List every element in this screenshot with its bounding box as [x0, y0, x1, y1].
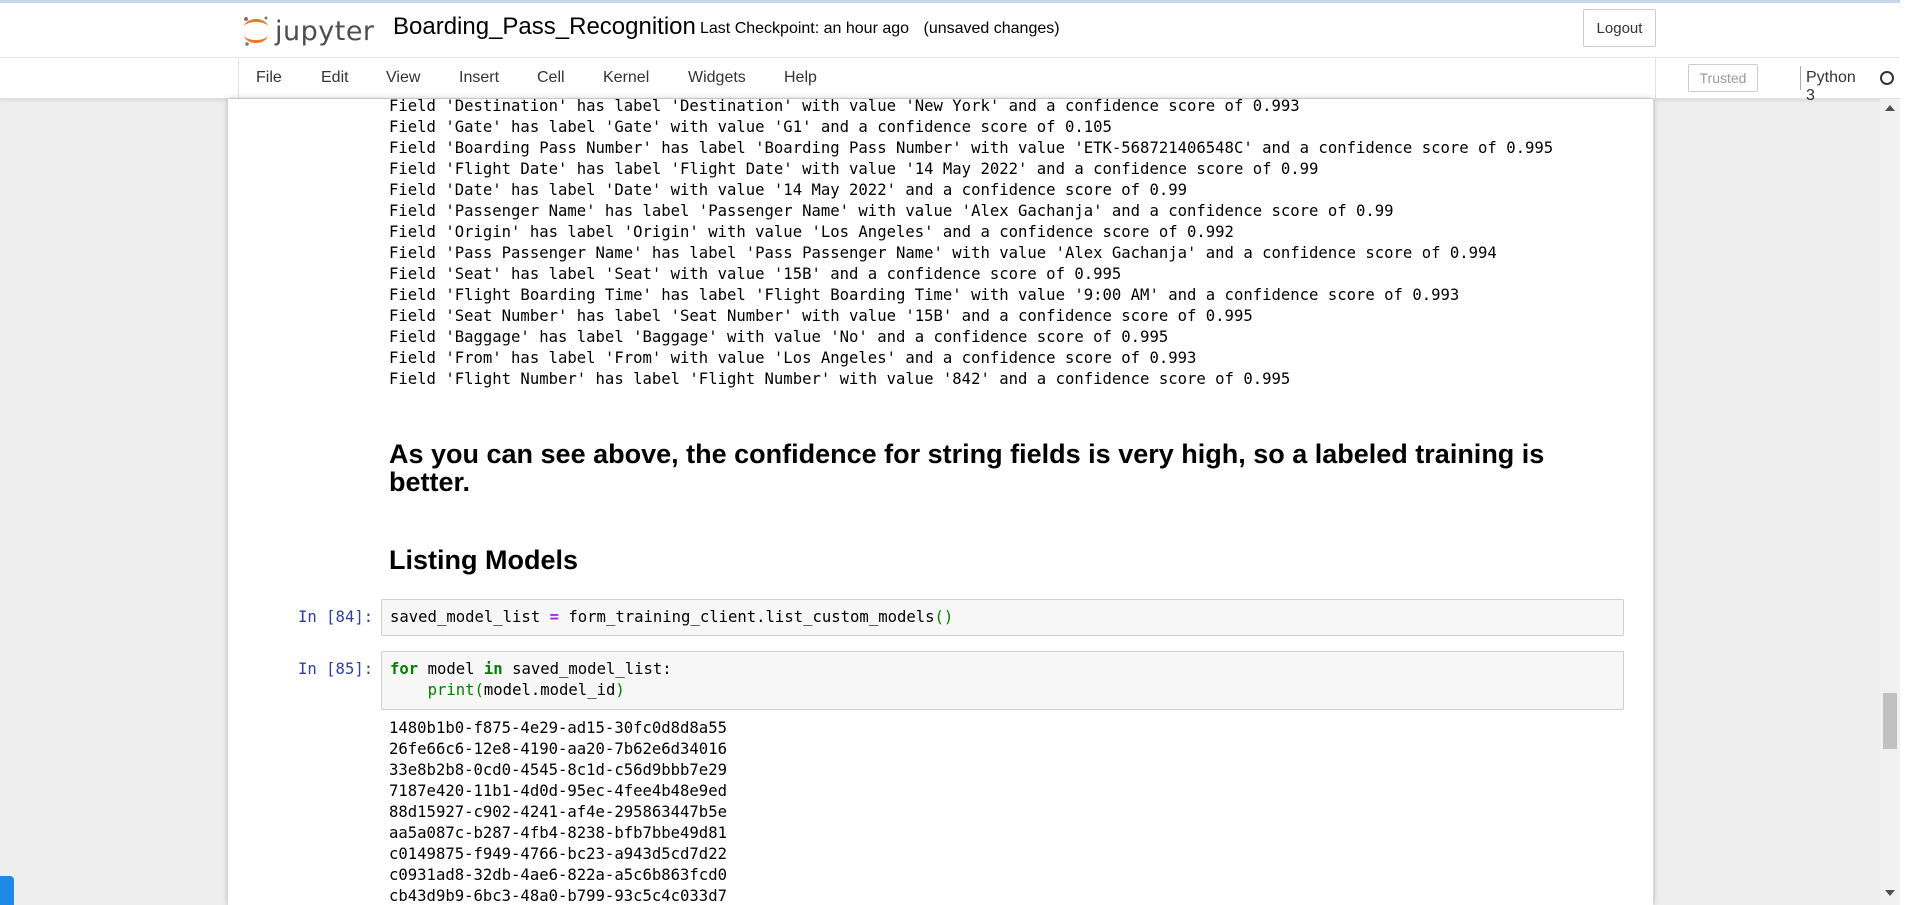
code-cell-85[interactable]: for model in saved_model_list: print(mod…: [381, 651, 1624, 710]
menu-help[interactable]: Help: [784, 69, 817, 87]
code-parens: (): [934, 608, 954, 626]
output-line: Field 'Origin' has label 'Origin' with v…: [389, 223, 1234, 241]
scroll-up-arrow-icon[interactable]: [1885, 105, 1895, 111]
code-builtin-print: print: [427, 681, 475, 699]
code-paren: ): [615, 681, 625, 699]
output-line: Field 'Pass Passenger Name' has label 'P…: [389, 244, 1497, 262]
output-line: Field 'Date' has label 'Date' with value…: [389, 181, 1187, 199]
window-right-edge: [1900, 0, 1920, 905]
cell-prompt-84: In [84]:: [298, 608, 374, 626]
code-iterable: saved_model_list:: [512, 660, 672, 678]
code-line: saved_model_list = form_training_client.…: [390, 608, 953, 626]
output-line: Field 'From' has label 'From' with value…: [389, 349, 1197, 367]
model-id-line: c0931ad8-32db-4ae6-822a-a5c6b863fcd0: [389, 866, 727, 884]
output-line: Field 'Flight Boarding Time' has label '…: [389, 286, 1460, 304]
taskbar-corner-tab[interactable]: [0, 876, 14, 905]
checkpoint-text: Last Checkpoint: an hour ago: [700, 20, 910, 37]
output-line: Field 'Seat Number' has label 'Seat Numb…: [389, 307, 1253, 325]
model-id-line: c0149875-f949-4766-bc23-a943d5cd7d22: [389, 845, 727, 863]
output-line: Field 'Boarding Pass Number' has label '…: [389, 139, 1554, 157]
model-id-line: 26fe66c6-12e8-4190-aa20-7b62e6d34016: [389, 740, 727, 758]
menu-file[interactable]: File: [256, 69, 282, 87]
output-line: Field 'Destination' has label 'Destinati…: [389, 99, 1300, 115]
code-operator: =: [549, 608, 559, 626]
vertical-scrollbar[interactable]: [1880, 99, 1900, 905]
jupyter-logo-icon: [244, 16, 268, 46]
menu-kernel[interactable]: Kernel: [603, 69, 649, 87]
menu-view[interactable]: View: [386, 69, 420, 87]
kernel-idle-icon: [1880, 71, 1894, 85]
model-id-line: 33e8b2b8-0cd0-4545-8c1d-c56d9bbb7e29: [389, 761, 727, 779]
output-line: Field 'Seat' has label 'Seat' with value…: [389, 265, 1122, 283]
notebook-header: jupyter Boarding_Pass_Recognition Last C…: [0, 3, 1900, 57]
trusted-indicator[interactable]: Trusted: [1688, 64, 1758, 92]
output-line: Field 'Baggage' has label 'Baggage' with…: [389, 328, 1169, 346]
model-id-line: aa5a087c-b287-4fb4-8238-bfb7bbe49d81: [389, 824, 727, 842]
scrollbar-thumb[interactable]: [1883, 693, 1897, 749]
model-id-line: 7187e420-11b1-4d0d-95ec-4fee4b48e9ed: [389, 782, 727, 800]
model-id-line: 88d15927-c902-4241-af4e-295863447b5e: [389, 803, 727, 821]
notebook-container[interactable]: Field 'Destination' has label 'Destinati…: [228, 99, 1653, 905]
code-paren: (: [474, 681, 484, 699]
code-call: form_training_client.list_custom_models: [568, 608, 935, 626]
jupyter-logo[interactable]: jupyter: [241, 11, 375, 51]
code-argument: model.model_id: [483, 681, 616, 699]
output-line: Field 'Flight Number' has label 'Flight …: [389, 370, 1291, 388]
code-line: for model in saved_model_list:: [390, 660, 672, 678]
menubar-container: File Edit View Insert Cell Kernel Widget…: [238, 58, 1894, 104]
menu-cell[interactable]: Cell: [537, 69, 565, 87]
output-line: Field 'Passenger Name' has label 'Passen…: [389, 202, 1394, 220]
menubar: File Edit View Insert Cell Kernel Widget…: [0, 57, 1900, 104]
code-keyword-in: in: [483, 660, 503, 678]
code-line: print(model.model_id): [390, 681, 625, 699]
menu-edit[interactable]: Edit: [321, 69, 349, 87]
jupyter-logo-text: jupyter: [275, 15, 375, 47]
menu-widgets[interactable]: Widgets: [688, 69, 746, 87]
code-variable: model: [427, 660, 475, 678]
kernel-name[interactable]: Python 3: [1806, 69, 1856, 105]
code-cell-84[interactable]: saved_model_list = form_training_client.…: [381, 599, 1624, 636]
markdown-note-heading: As you can see above, the confidence for…: [389, 439, 1545, 497]
cell-prompt-85: In [85]:: [298, 660, 374, 678]
checkpoint-status: Last Checkpoint: an hour ago (unsaved ch…: [700, 20, 1060, 38]
output-line: Field 'Flight Date' has label 'Flight Da…: [389, 160, 1319, 178]
notebook-title[interactable]: Boarding_Pass_Recognition: [393, 13, 696, 41]
model-id-line: 1480b1b0-f875-4e29-ad15-30fc0d8d8a55: [389, 719, 727, 737]
model-id-line: cb43d9b9-6bc3-48a0-b799-93c5c4c033d7: [389, 887, 727, 905]
unsaved-changes-text: (unsaved changes): [923, 20, 1060, 37]
output-line: Field 'Gate' has label 'Gate' with value…: [389, 118, 1112, 136]
menu-insert[interactable]: Insert: [459, 69, 499, 87]
scroll-down-arrow-icon[interactable]: [1885, 890, 1895, 896]
code-variable: saved_model_list: [390, 608, 541, 626]
markdown-section-heading: Listing Models: [389, 545, 578, 575]
kernel-separator: [1800, 66, 1801, 90]
code-keyword-for: for: [390, 660, 419, 678]
logout-button[interactable]: Logout: [1583, 9, 1656, 47]
